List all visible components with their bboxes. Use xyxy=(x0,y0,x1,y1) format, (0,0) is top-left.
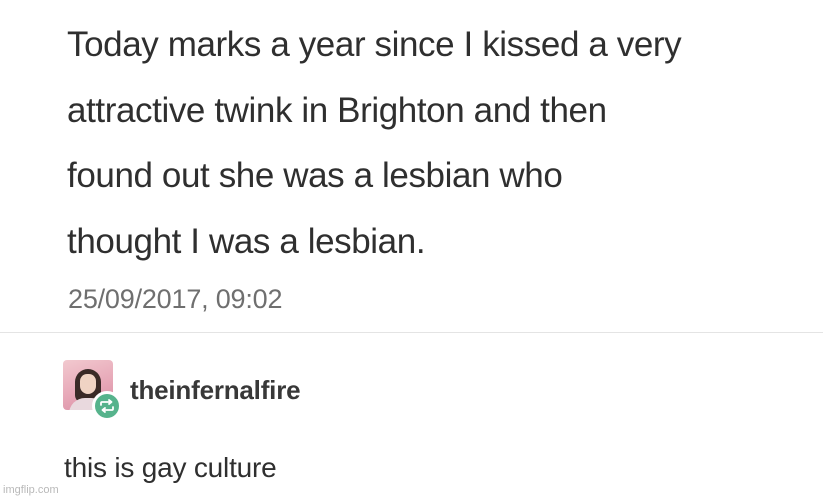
watermark: imgflip.com xyxy=(3,484,59,496)
reblog-arrows-icon xyxy=(100,399,114,413)
original-post: Today marks a year since I kissed a very… xyxy=(67,12,807,274)
reblog-icon xyxy=(92,391,122,421)
post-text-line: attractive twink in Brighton and then xyxy=(67,90,607,130)
reblog-username[interactable]: theinfernalfire xyxy=(130,375,301,406)
post-timestamp: 25/09/2017, 09:02 xyxy=(68,284,283,314)
divider xyxy=(0,332,823,333)
post-text-line: thought I was a lesbian. xyxy=(67,221,426,261)
avatar-face xyxy=(80,374,96,394)
screenshot-page: Today marks a year since I kissed a very… xyxy=(0,0,823,500)
reblog-header: theinfernalfire xyxy=(63,360,663,430)
post-text-line: Today marks a year since I kissed a very xyxy=(67,25,682,64)
reblog-comment: this is gay culture xyxy=(64,452,277,483)
post-text: Today marks a year since I kissed a very… xyxy=(67,12,807,274)
post-text-line: found out she was a lesbian who xyxy=(67,156,563,195)
